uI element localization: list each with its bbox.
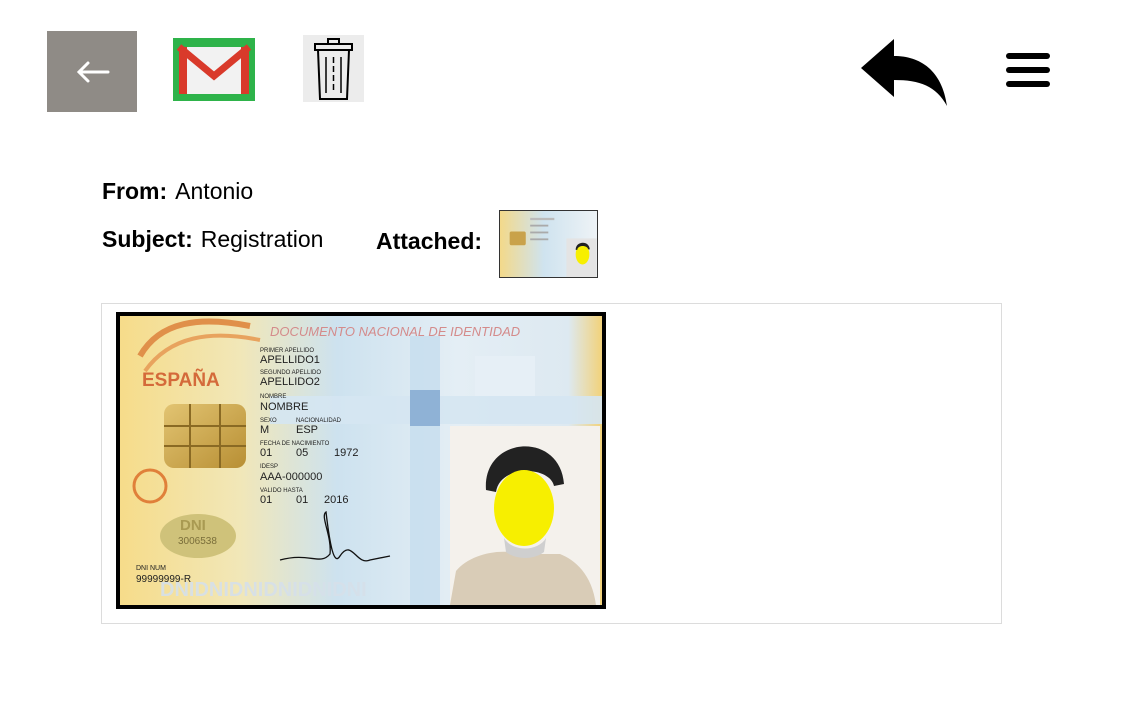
subject-label: Subject: <box>102 226 193 252</box>
attached-field: Attached: <box>376 228 482 255</box>
hamburger-menu-icon <box>1006 53 1050 87</box>
subject-value: Registration <box>200 226 324 252</box>
id-card-image: DOCUMENTO NACIONAL DE IDENTIDAD ESPAÑA D… <box>116 312 606 609</box>
delete-button[interactable] <box>303 35 364 102</box>
subject-field: Subject: Registration <box>102 226 323 253</box>
trash-icon <box>314 38 353 100</box>
card-header: DOCUMENTO NACIONAL DE IDENTIDAD <box>270 324 520 339</box>
gmail-icon <box>173 38 255 101</box>
dni-num-label: DNI NUM <box>136 565 166 572</box>
badge-number: 3006538 <box>178 536 217 547</box>
dob-day: 01 <box>260 447 272 459</box>
from-field: From: Antonio <box>102 178 253 205</box>
surname1-value: APELLIDO1 <box>260 354 320 366</box>
attachment-thumbnail[interactable] <box>499 210 598 278</box>
sex-value: M <box>260 424 269 436</box>
dob-month: 05 <box>296 447 308 459</box>
arrow-left-icon <box>76 61 110 82</box>
nationality-value: ESP <box>296 424 318 436</box>
menu-button[interactable] <box>1003 49 1053 91</box>
name-label: NOMBRE <box>260 394 286 400</box>
badge-dni: DNI <box>180 517 206 534</box>
reply-icon <box>861 39 947 106</box>
idesp-label: IDESP <box>260 464 278 470</box>
from-label: From: <box>102 178 168 204</box>
back-button[interactable] <box>47 31 137 112</box>
reply-button[interactable] <box>858 36 950 108</box>
card-country: ESPAÑA <box>142 369 220 391</box>
surname2-value: APELLIDO2 <box>260 376 320 388</box>
name-value: NOMBRE <box>260 401 308 413</box>
face-redaction <box>494 470 554 546</box>
idesp-value: AAA-000000 <box>260 471 322 483</box>
attached-label: Attached: <box>376 228 483 254</box>
valid-month: 01 <box>296 494 308 506</box>
valid-year: 2016 <box>324 494 348 506</box>
dob-year: 1972 <box>334 447 358 459</box>
from-value: Antonio <box>175 178 254 204</box>
footer-pattern: DNIDNIDNIDNIDNIDNI <box>160 579 367 601</box>
valid-day: 01 <box>260 494 272 506</box>
gmail-button[interactable] <box>173 38 255 101</box>
chip-graphic <box>164 404 246 468</box>
